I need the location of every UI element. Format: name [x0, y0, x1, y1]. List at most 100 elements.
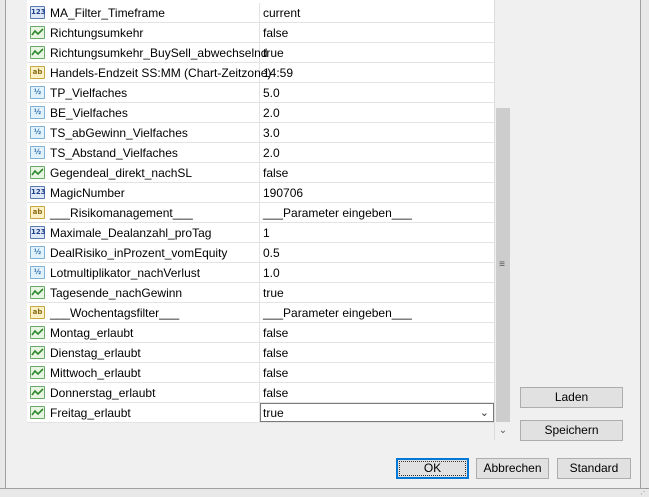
param-value-cell[interactable]: 0.5 — [260, 243, 494, 262]
param-value-select[interactable]: true ⌄ — [260, 403, 494, 422]
param-row[interactable]: Dienstag_erlaubt false — [27, 343, 494, 363]
param-value-cell[interactable]: 190706 — [260, 183, 494, 202]
param-name: MagicNumber — [50, 186, 125, 200]
param-row[interactable]: ½ TP_Vielfaches 5.0 — [27, 83, 494, 103]
cancel-button[interactable]: Abbrechen — [476, 458, 549, 479]
param-value-cell[interactable]: ___Parameter eingeben___ — [260, 303, 494, 322]
param-value: 190706 — [263, 186, 304, 200]
param-value: true — [263, 286, 284, 300]
param-row[interactable]: ½ DealRisiko_inProzent_vomEquity 0.5 — [27, 243, 494, 263]
param-value: ___Parameter eingeben___ — [263, 206, 412, 220]
param-value-cell[interactable]: 3.0 — [260, 123, 494, 142]
double-type-icon: ½ — [30, 266, 45, 279]
param-value-cell[interactable]: 1.0 — [260, 263, 494, 282]
param-row[interactable]: Montag_erlaubt false — [27, 323, 494, 343]
param-row[interactable]: ½ Lotmultiplikator_nachVerlust 1.0 — [27, 263, 494, 283]
param-row[interactable]: ½ TS_Abstand_Vielfaches 2.0 — [27, 143, 494, 163]
param-name: Donnerstag_erlaubt — [50, 386, 156, 400]
param-name: Lotmultiplikator_nachVerlust — [50, 266, 201, 280]
default-button[interactable]: Standard — [557, 458, 631, 479]
resize-grip-icon[interactable]: ⋰ — [640, 488, 648, 496]
param-name-cell: ½ TS_abGewinn_Vielfaches — [27, 123, 260, 142]
param-name: Gegendeal_direkt_nachSL — [50, 166, 193, 180]
double-type-icon: ½ — [30, 126, 45, 139]
param-row[interactable]: Donnerstag_erlaubt false — [27, 383, 494, 403]
param-row[interactable]: 123 Maximale_Dealanzahl_proTag 1 — [27, 223, 494, 243]
param-name-cell: ab ___Risikomanagement___ — [27, 203, 260, 222]
param-name: ___Risikomanagement___ — [50, 206, 193, 220]
param-value: current — [263, 6, 301, 20]
param-value-cell[interactable]: ___Parameter eingeben___ — [260, 203, 494, 222]
param-value-cell[interactable]: false — [260, 323, 494, 342]
param-name-cell: Tagesende_nachGewinn — [27, 283, 260, 302]
param-value: 2.0 — [263, 106, 280, 120]
param-value-cell[interactable]: true — [260, 283, 494, 302]
string-type-icon: ab — [30, 66, 45, 79]
param-value-cell[interactable]: 14:59 — [260, 63, 494, 82]
param-value: 2.0 — [263, 146, 280, 160]
param-name: TS_abGewinn_Vielfaches — [50, 126, 188, 140]
boolean-type-icon — [30, 406, 45, 419]
param-value: true — [263, 406, 284, 420]
boolean-type-icon — [30, 286, 45, 299]
boolean-type-icon — [30, 46, 45, 59]
ok-button[interactable]: OK — [396, 458, 469, 479]
param-value-cell[interactable]: false — [260, 383, 494, 402]
boolean-type-icon — [30, 386, 45, 399]
param-value-cell[interactable]: false — [260, 343, 494, 362]
param-name-cell: 123 MagicNumber — [27, 183, 260, 202]
param-name: MA_Filter_Timeframe — [50, 6, 165, 20]
param-row[interactable]: Freitag_erlaubt true ⌄ — [27, 403, 494, 423]
param-row[interactable]: 123 MagicNumber 190706 — [27, 183, 494, 203]
param-value-cell[interactable]: 2.0 — [260, 143, 494, 162]
param-value-cell[interactable]: 2.0 — [260, 103, 494, 122]
param-name: Richtungsumkehr_BuySell_abwechselnd — [50, 46, 268, 60]
boolean-type-icon — [30, 346, 45, 359]
param-row[interactable]: ½ BE_Vielfaches 2.0 — [27, 103, 494, 123]
param-row[interactable]: 123 MA_Filter_Timeframe current — [27, 3, 494, 23]
param-value-cell[interactable]: false — [260, 23, 494, 42]
param-row[interactable]: ab ___Wochentagsfilter___ ___Parameter ein… — [27, 303, 494, 323]
param-value-cell[interactable]: current — [260, 3, 494, 22]
param-row[interactable]: ½ TS_abGewinn_Vielfaches 3.0 — [27, 123, 494, 143]
string-type-icon: ab — [30, 306, 45, 319]
param-name: Handels-Endzeit SS:MM (Chart-Zeitzone) — [50, 66, 272, 80]
param-value-cell[interactable]: false — [260, 363, 494, 382]
param-value-cell[interactable]: 1 — [260, 223, 494, 242]
param-value: false — [263, 326, 289, 340]
param-name-cell: ab ___Wochentagsfilter___ — [27, 303, 260, 322]
param-row[interactable]: Richtungsumkehr false — [27, 23, 494, 43]
window-border-right — [640, 0, 649, 497]
chevron-down-icon[interactable]: ⌄ — [480, 406, 489, 419]
param-name: Maximale_Dealanzahl_proTag — [50, 226, 212, 240]
arrow-down-icon[interactable]: ⌄ — [496, 423, 510, 439]
double-type-icon: ½ — [30, 246, 45, 259]
param-name-cell: Montag_erlaubt — [27, 323, 260, 342]
param-value-cell[interactable]: true — [260, 43, 494, 62]
param-value-cell[interactable]: false — [260, 163, 494, 182]
param-value: false — [263, 366, 289, 380]
param-value: false — [263, 386, 289, 400]
param-row[interactable]: ab Handels-Endzeit SS:MM (Chart-Zeitzone)… — [27, 63, 494, 83]
param-name: Dienstag_erlaubt — [50, 346, 141, 360]
param-row[interactable]: ab ___Risikomanagement___ ___Parameter ein… — [27, 203, 494, 223]
param-row[interactable]: Mittwoch_erlaubt false — [27, 363, 494, 383]
param-row[interactable]: Gegendeal_direkt_nachSL false — [27, 163, 494, 183]
save-button[interactable]: Speichern — [520, 420, 623, 441]
grip-icon: ≡ — [499, 259, 505, 270]
param-name-cell: Richtungsumkehr — [27, 23, 260, 42]
param-name-cell: ½ DealRisiko_inProzent_vomEquity — [27, 243, 260, 262]
param-name: TS_Abstand_Vielfaches — [50, 146, 178, 160]
param-value-cell[interactable]: 5.0 — [260, 83, 494, 102]
param-name: Freitag_erlaubt — [50, 406, 131, 420]
param-value: 14:59 — [263, 66, 294, 80]
load-button[interactable]: Laden — [520, 387, 623, 408]
param-row[interactable]: Richtungsumkehr_BuySell_abwechselnd true — [27, 43, 494, 63]
vertical-scrollbar[interactable]: ≡ ⌄ — [494, 0, 510, 440]
boolean-type-icon — [30, 166, 45, 179]
param-value: 1.0 — [263, 266, 280, 280]
param-name: ___Wochentagsfilter___ — [50, 306, 180, 320]
param-name: Tagesende_nachGewinn — [50, 286, 183, 300]
param-row[interactable]: Tagesende_nachGewinn true — [27, 283, 494, 303]
parameters-grid[interactable]: 123 MA_Filter_Timeframe current Richtungsum… — [27, 0, 494, 423]
